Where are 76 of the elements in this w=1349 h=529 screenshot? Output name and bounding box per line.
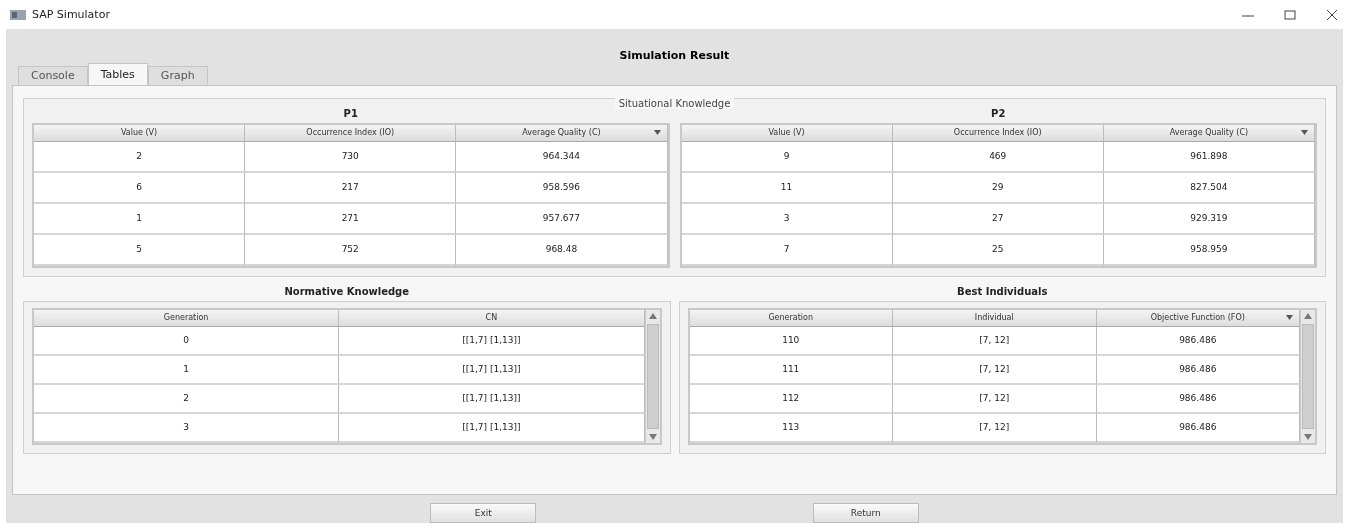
column-header[interactable]: Average Quality (C) <box>1103 125 1315 142</box>
table-cell: 958.596 <box>456 173 668 204</box>
table-title: P1 <box>342 107 359 121</box>
window-title: SAP Simulator <box>32 8 111 21</box>
column-header[interactable]: Average Quality (C) <box>456 125 668 142</box>
table-cell: [[1,7] [1,13]] <box>339 356 645 385</box>
table-cell: 0 <box>34 327 340 356</box>
table-cell: 9 <box>681 142 893 173</box>
table-cell: 271 <box>245 204 457 235</box>
scroll-thumb[interactable] <box>1302 324 1314 429</box>
sort-caret-icon <box>653 130 661 135</box>
maximize-icon[interactable] <box>1283 7 1297 22</box>
table-cell: 752 <box>245 235 457 266</box>
tab[interactable]: Tables <box>87 63 148 85</box>
scroll-down-icon[interactable] <box>1304 434 1312 440</box>
table-title: Normative Knowledge <box>283 285 411 299</box>
column-header[interactable]: Value (V) <box>34 125 246 142</box>
table-cell: 2 <box>34 142 246 173</box>
table-cell: 469 <box>892 142 1104 173</box>
table-cell: 7 <box>681 235 893 266</box>
table-cell: [7, 12] <box>893 414 1097 443</box>
page-heading: Simulation Result <box>618 48 731 63</box>
scroll-up-icon[interactable] <box>1304 313 1312 319</box>
table-cell: 113 <box>689 414 893 443</box>
table-cell: 27 <box>892 204 1104 235</box>
column-header[interactable]: Objective Function (FO) <box>1096 310 1300 327</box>
group-title: Situational Knowledge <box>614 98 735 109</box>
table-cell: 3 <box>34 414 340 443</box>
table-cell: 3 <box>681 204 893 235</box>
column-header[interactable]: Occurrence Index (IO) <box>892 125 1104 142</box>
table-cell: [[1,7] [1,13]] <box>339 414 645 443</box>
table-cell: [[1,7] [1,13]] <box>339 385 645 414</box>
tab[interactable]: Graph <box>147 66 208 85</box>
dialog-button[interactable]: Exit <box>430 503 537 523</box>
table-cell: 958.959 <box>1103 235 1315 266</box>
table-cell: 1 <box>34 356 340 385</box>
table-cell: 29 <box>892 173 1104 204</box>
table-cell: 6 <box>34 173 246 204</box>
table-cell: 968.48 <box>456 235 668 266</box>
table-cell: 112 <box>689 385 893 414</box>
table-cell: 961.898 <box>1103 142 1315 173</box>
table-cell: 964.344 <box>456 142 668 173</box>
scroll-thumb[interactable] <box>646 324 659 429</box>
table-cell: 730 <box>245 142 457 173</box>
table-cell: 827.504 <box>1103 173 1315 204</box>
column-header[interactable]: Individual <box>893 310 1097 327</box>
table-cell: 929.319 <box>1103 204 1315 235</box>
table-cell: [7, 12] <box>893 385 1097 414</box>
table-cell: 957.677 <box>456 204 668 235</box>
scrollbar[interactable] <box>1300 310 1315 443</box>
column-header[interactable]: Occurrence Index (IO) <box>245 125 457 142</box>
table-cell: 1 <box>34 204 246 235</box>
dialog-button[interactable]: Return <box>812 503 919 523</box>
table-title: Best Individuals <box>956 285 1049 299</box>
column-header[interactable]: Value (V) <box>681 125 893 142</box>
sort-caret-icon <box>1301 130 1308 135</box>
table-cell: [7, 12] <box>893 356 1097 385</box>
tab[interactable]: Console <box>18 66 88 85</box>
table-cell: [7, 12] <box>893 327 1097 356</box>
scroll-up-icon[interactable] <box>648 313 657 319</box>
table-cell: 217 <box>245 173 457 204</box>
column-header[interactable]: Generation <box>689 310 893 327</box>
table-cell: [[1,7] [1,13]] <box>339 327 645 356</box>
close-icon[interactable] <box>1325 7 1339 22</box>
table-cell: 111 <box>689 356 893 385</box>
scroll-down-icon[interactable] <box>648 434 657 440</box>
column-header[interactable]: CN <box>339 310 645 327</box>
table-cell: 2 <box>34 385 340 414</box>
table-cell: 11 <box>681 173 893 204</box>
table-cell: 25 <box>892 235 1104 266</box>
table-cell: 5 <box>34 235 246 266</box>
table-cell: 110 <box>689 327 893 356</box>
table-title: P2 <box>990 107 1007 121</box>
app-icon <box>10 9 26 20</box>
column-header[interactable]: Generation <box>34 310 340 327</box>
sort-caret-icon <box>1286 315 1293 320</box>
